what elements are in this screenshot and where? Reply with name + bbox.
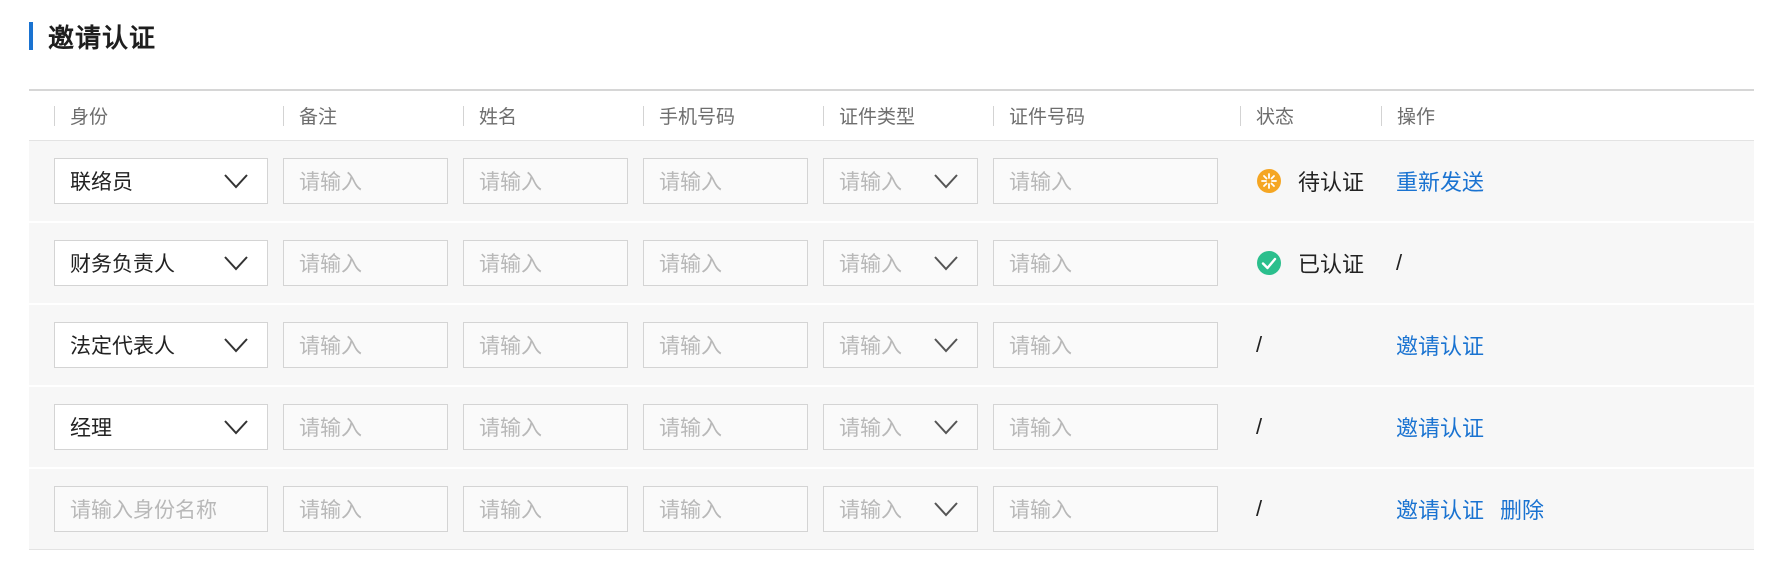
status-badge: 待认证 xyxy=(1256,141,1364,221)
name-input[interactable]: 请输入 xyxy=(463,486,628,532)
col-identity: 身份 xyxy=(54,91,108,140)
col-actions: 操作 xyxy=(1381,91,1435,140)
chevron-down-icon xyxy=(224,174,248,189)
remark-input[interactable]: 请输入 xyxy=(283,158,448,204)
col-name: 姓名 xyxy=(463,91,517,140)
chevron-down-icon xyxy=(224,420,248,435)
chevron-down-icon xyxy=(934,502,958,517)
id-type-select[interactable]: 请输入 xyxy=(823,158,978,204)
invite-link[interactable]: 邀请认证 xyxy=(1396,305,1484,385)
identity-select[interactable]: 经理 xyxy=(54,404,268,450)
id-type-select[interactable]: 请输入 xyxy=(823,404,978,450)
phone-input[interactable]: 请输入 xyxy=(643,240,808,286)
title-accent-bar xyxy=(29,22,33,50)
table-row: 经理 请输入 请输入 请输入 请输入 请输入 / 邀请认证 xyxy=(29,387,1754,469)
id-number-input[interactable]: 请输入 xyxy=(993,486,1218,532)
id-number-input[interactable]: 请输入 xyxy=(993,240,1218,286)
identity-select[interactable]: 联络员 xyxy=(54,158,268,204)
id-type-select[interactable]: 请输入 xyxy=(823,486,978,532)
identity-select[interactable]: 法定代表人 xyxy=(54,322,268,368)
chevron-down-icon xyxy=(224,256,248,271)
col-remark: 备注 xyxy=(283,91,337,140)
status-badge: 已认证 xyxy=(1256,223,1364,303)
col-phone: 手机号码 xyxy=(643,91,735,140)
phone-input[interactable]: 请输入 xyxy=(643,322,808,368)
verified-check-icon xyxy=(1257,251,1281,275)
name-input[interactable]: 请输入 xyxy=(463,404,628,450)
status-text: / xyxy=(1256,496,1263,521)
id-number-input[interactable]: 请输入 xyxy=(993,158,1218,204)
phone-input[interactable]: 请输入 xyxy=(643,486,808,532)
pending-icon xyxy=(1257,169,1281,193)
section-header: 邀请认证 xyxy=(29,22,156,53)
name-input[interactable]: 请输入 xyxy=(463,158,628,204)
resend-link[interactable]: 重新发送 xyxy=(1396,141,1484,221)
identity-select[interactable]: 财务负责人 xyxy=(54,240,268,286)
remark-input[interactable]: 请输入 xyxy=(283,486,448,532)
chevron-down-icon xyxy=(934,338,958,353)
col-id-type: 证件类型 xyxy=(823,91,915,140)
table-row: 财务负责人 请输入 请输入 请输入 请输入 请输入 已认证 / xyxy=(29,223,1754,305)
invite-link[interactable]: 邀请认证 xyxy=(1396,493,1484,525)
status-text: / xyxy=(1256,332,1263,357)
table-header: 身份 备注 姓名 手机号码 证件类型 证件号码 状态 操作 xyxy=(29,89,1754,141)
id-type-select[interactable]: 请输入 xyxy=(823,240,978,286)
id-type-select[interactable]: 请输入 xyxy=(823,322,978,368)
table-row: 请输入身份名称 请输入 请输入 请输入 请输入 请输入 / 邀请认证 删除 xyxy=(29,469,1754,550)
col-id-number: 证件号码 xyxy=(993,91,1085,140)
invite-link[interactable]: 邀请认证 xyxy=(1396,387,1484,467)
chevron-down-icon xyxy=(934,420,958,435)
col-status: 状态 xyxy=(1240,91,1294,140)
id-number-input[interactable]: 请输入 xyxy=(993,322,1218,368)
section-title: 邀请认证 xyxy=(48,22,157,53)
table-row: 法定代表人 请输入 请输入 请输入 请输入 请输入 / 邀请认证 xyxy=(29,305,1754,387)
remark-input[interactable]: 请输入 xyxy=(283,322,448,368)
invite-table: 身份 备注 姓名 手机号码 证件类型 证件号码 状态 操作 联络员 请输入 请输… xyxy=(29,89,1754,550)
name-input[interactable]: 请输入 xyxy=(463,240,628,286)
name-input[interactable]: 请输入 xyxy=(463,322,628,368)
remark-input[interactable]: 请输入 xyxy=(283,404,448,450)
remark-input[interactable]: 请输入 xyxy=(283,240,448,286)
delete-link[interactable]: 删除 xyxy=(1500,493,1544,525)
phone-input[interactable]: 请输入 xyxy=(643,158,808,204)
chevron-down-icon xyxy=(934,256,958,271)
table-row: 联络员 请输入 请输入 请输入 请输入 请输入 待认证 重新发送 xyxy=(29,141,1754,223)
status-text: / xyxy=(1256,414,1263,439)
row-actions: 邀请认证 删除 xyxy=(1396,469,1544,549)
id-number-input[interactable]: 请输入 xyxy=(993,404,1218,450)
action-none: / xyxy=(1396,250,1403,275)
identity-name-input[interactable]: 请输入身份名称 xyxy=(54,486,268,532)
phone-input[interactable]: 请输入 xyxy=(643,404,808,450)
chevron-down-icon xyxy=(934,174,958,189)
chevron-down-icon xyxy=(224,338,248,353)
